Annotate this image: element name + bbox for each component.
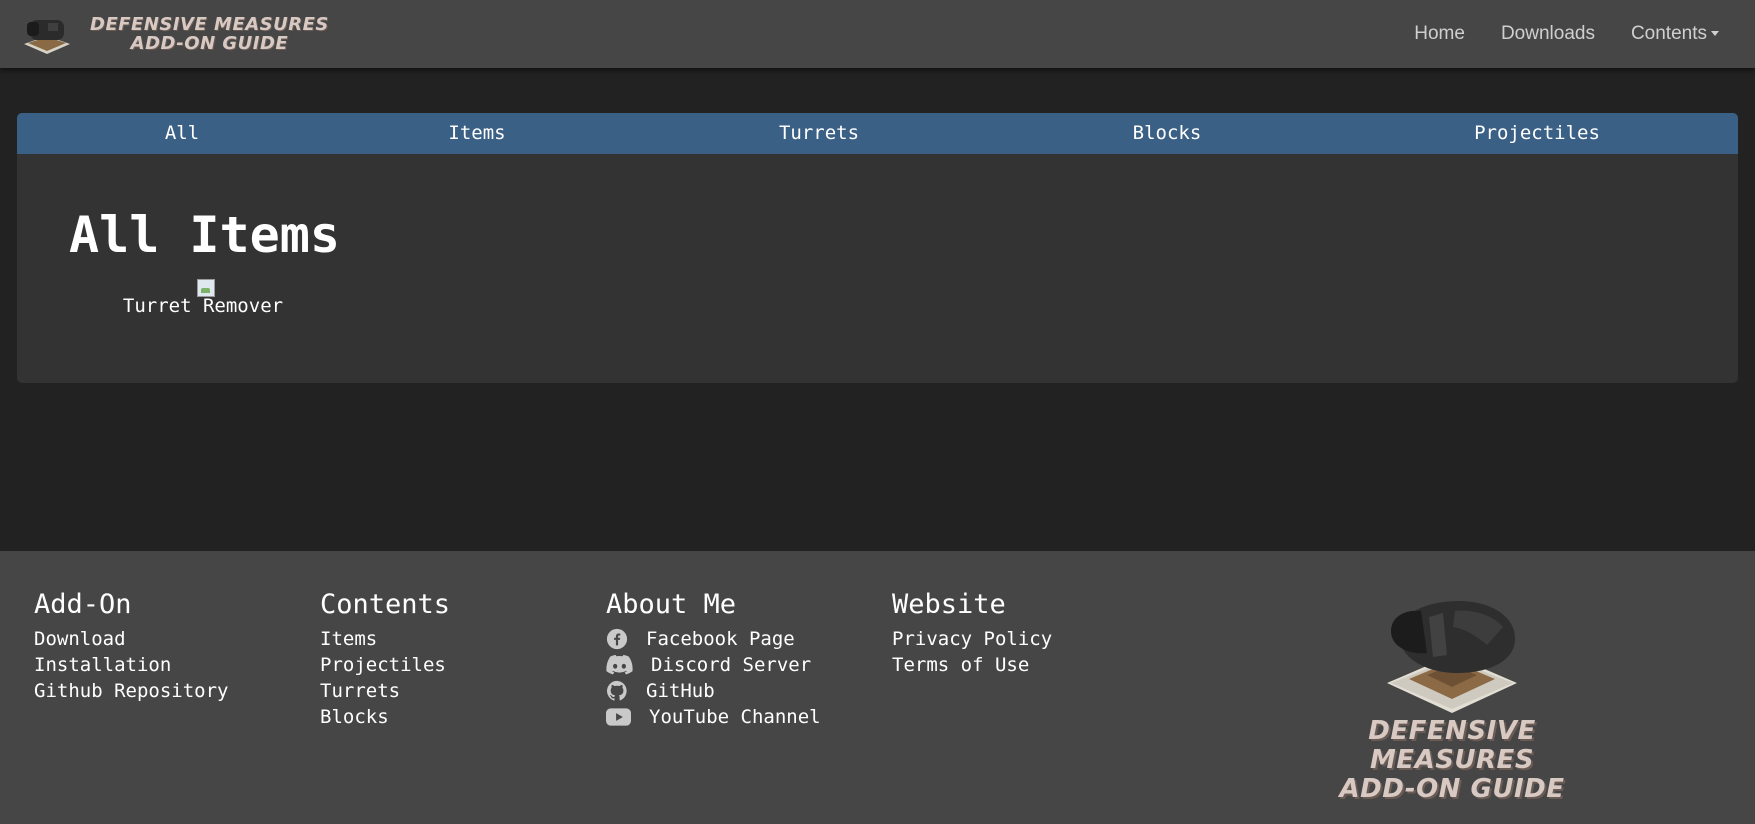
tab-projectiles[interactable]: Projectiles: [1467, 113, 1607, 154]
nav-contents-dropdown[interactable]: Contents: [1631, 23, 1719, 45]
footer-link-download[interactable]: Download: [34, 626, 228, 652]
youtube-icon: [606, 708, 631, 726]
footer-logo-line-2: ADD-ON GUIDE: [1339, 774, 1565, 804]
brand-title-line-2: ADD-ON GUIDE: [130, 33, 289, 54]
category-tab-bar: All Items Turrets Blocks Projectiles: [17, 113, 1738, 154]
footer-link-privacy-policy[interactable]: Privacy Policy: [892, 626, 1052, 652]
footer-link-github[interactable]: GitHub: [606, 678, 821, 704]
turret-logo-icon: [24, 20, 70, 54]
github-icon: [606, 680, 627, 701]
footer-link-discord-label: Discord Server: [651, 654, 812, 676]
turret-logo-icon: [1387, 601, 1517, 713]
footer-link-blocks[interactable]: Blocks: [320, 704, 450, 730]
item-card[interactable]: Turret Remover: [103, 279, 303, 317]
footer-heading-website: Website: [892, 589, 1006, 620]
item-label: Turret Remover: [122, 295, 284, 317]
footer-link-items[interactable]: Items: [320, 626, 450, 652]
footer-link-turrets[interactable]: Turrets: [320, 678, 450, 704]
footer-logo-title: DEFENSIVE MEASURES ADD-ON GUIDE: [1297, 717, 1607, 804]
footer-heading-addon: Add-On: [34, 589, 132, 620]
caret-down-icon: [1711, 31, 1719, 37]
footer-col-website: Website Privacy Policy Terms of Use: [892, 588, 1052, 678]
facebook-icon: [606, 628, 628, 650]
tab-all[interactable]: All: [147, 113, 217, 154]
footer-logo-line-1: DEFENSIVE MEASURES: [1368, 716, 1536, 775]
navbar: DEFENSIVE MEASURES ADD-ON GUIDE Home Dow…: [0, 0, 1755, 68]
tab-blocks[interactable]: Blocks: [1122, 113, 1212, 154]
footer-heading-contents: Contents: [320, 589, 451, 620]
tab-turrets[interactable]: Turrets: [769, 113, 869, 154]
footer-link-projectiles[interactable]: Projectiles: [320, 652, 450, 678]
nav-downloads-link[interactable]: Downloads: [1501, 23, 1595, 45]
nav-links: Home Downloads Contents: [1414, 23, 1719, 45]
footer-link-youtube[interactable]: YouTube Channel: [606, 704, 821, 730]
nav-home-link[interactable]: Home: [1414, 23, 1465, 45]
footer-col-about: About Me Facebook Page Discord Server Gi…: [606, 588, 821, 730]
footer-col-addon: Add-On Download Installation Github Repo…: [34, 588, 228, 704]
footer-link-terms-of-use[interactable]: Terms of Use: [892, 652, 1052, 678]
brand-title: DEFENSIVE MEASURES ADD-ON GUIDE: [90, 15, 329, 53]
item-image: [197, 279, 215, 297]
footer-link-discord[interactable]: Discord Server: [606, 652, 821, 678]
nav-contents-label: Contents: [1630, 23, 1707, 44]
footer-heading-about: About Me: [606, 589, 737, 620]
footer: Add-On Download Installation Github Repo…: [0, 551, 1755, 824]
footer-col-contents: Contents Items Projectiles Turrets Block…: [320, 588, 450, 730]
brand-logo-link[interactable]: DEFENSIVE MEASURES ADD-ON GUIDE: [18, 0, 329, 68]
footer-link-github-label: GitHub: [646, 680, 715, 702]
footer-link-facebook-label: Facebook Page: [646, 628, 795, 650]
footer-link-installation[interactable]: Installation: [34, 652, 228, 678]
footer-logo: DEFENSIVE MEASURES ADD-ON GUIDE: [1297, 595, 1607, 804]
page-title: All Items: [69, 206, 340, 264]
footer-link-youtube-label: YouTube Channel: [649, 706, 821, 728]
content-card: All Items Turrets Blocks Projectiles All…: [17, 113, 1738, 383]
discord-icon: [606, 654, 633, 675]
footer-link-github-repository[interactable]: Github Repository: [34, 678, 228, 704]
tab-items[interactable]: Items: [437, 113, 517, 154]
brand-title-line-1: DEFENSIVE MEASURES: [90, 14, 329, 35]
footer-link-facebook[interactable]: Facebook Page: [606, 626, 821, 652]
